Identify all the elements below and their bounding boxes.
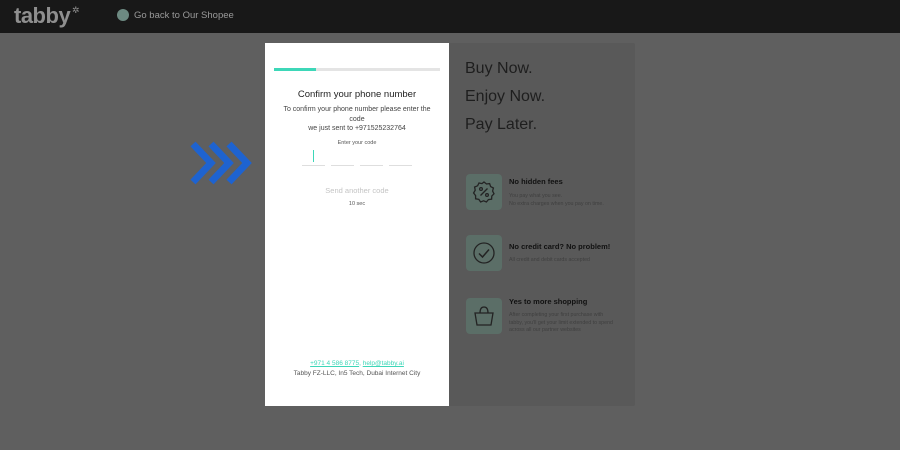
feature-desc-no-credit-card: All credit and debit cards accepted	[509, 257, 621, 265]
code-input-group	[302, 149, 414, 166]
feature-desc-no-fees: You pay what you see. No extra charges w…	[509, 193, 621, 208]
footer-separator: ,	[359, 360, 361, 367]
description-line-2: we just sent to +971525232764	[308, 125, 406, 132]
checkout-modal: Confirm your phone number To confirm you…	[265, 43, 635, 406]
check-circle-icon	[466, 235, 502, 271]
back-link-label: Go back to Our Shopee	[134, 9, 234, 21]
feature-title-more-shopping: Yes to more shopping	[509, 297, 588, 306]
tabby-logo[interactable]: tabby	[14, 3, 71, 29]
resend-timer: 10 sec	[348, 201, 366, 207]
code-digit-4[interactable]	[389, 149, 412, 166]
card-title: Confirm your phone number	[297, 89, 417, 100]
company-address: Tabby FZ-LLC, In5 Tech, Dubai Internet C…	[293, 370, 421, 377]
code-label: Enter your code	[337, 140, 377, 146]
brand-chevrons-icon	[190, 141, 252, 185]
feature-desc-line: tabby, you'll get your limit extended to…	[509, 319, 613, 326]
phone-verification-card: Confirm your phone number To confirm you…	[265, 43, 449, 406]
support-phone-link[interactable]: +971 4 586 8775	[310, 360, 359, 367]
code-digit-1[interactable]	[302, 149, 325, 166]
shopping-basket-icon	[466, 298, 502, 334]
feature-desc-more-shopping: After completing your first purchase wit…	[509, 312, 621, 335]
support-email-link[interactable]: help@tabby.ai	[363, 360, 404, 367]
feature-desc-line: across all our partner websites	[509, 327, 581, 333]
card-description: To confirm your phone number please ente…	[275, 105, 439, 134]
code-digit-3[interactable]	[360, 149, 383, 166]
logo-star-icon: ✲	[72, 5, 80, 15]
progress-bar	[274, 68, 440, 71]
back-arrow-icon	[117, 9, 129, 21]
description-line-1: To confirm your phone number please ente…	[283, 106, 431, 123]
feature-desc-line: You pay what you see.	[509, 193, 563, 199]
tagline-pay-later: Pay Later.	[465, 116, 538, 133]
feature-title-no-fees: No hidden fees	[509, 177, 563, 186]
top-bar: tabby ✲ Go back to Our Shopee	[0, 0, 900, 33]
feature-desc-line: After completing your first purchase wit…	[509, 312, 604, 318]
back-to-shop-link[interactable]: Go back to Our Shopee	[117, 9, 234, 21]
code-digit-2[interactable]	[331, 149, 354, 166]
tagline-buy-now: Buy Now.	[465, 60, 533, 77]
feature-desc-line: No extra charges when you pay on time.	[509, 200, 604, 207]
send-another-code-button[interactable]: Send another code	[265, 186, 449, 195]
feature-title-no-credit-card: No credit card? No problem!	[509, 242, 611, 251]
percent-badge-icon	[466, 174, 502, 210]
progress-bar-fill	[274, 68, 316, 71]
feature-desc-line: All credit and debit cards accepted	[509, 257, 590, 263]
support-links: +971 4 586 8775, help@tabby.ai	[265, 360, 449, 367]
tagline-enjoy-now: Enjoy Now.	[465, 88, 546, 105]
